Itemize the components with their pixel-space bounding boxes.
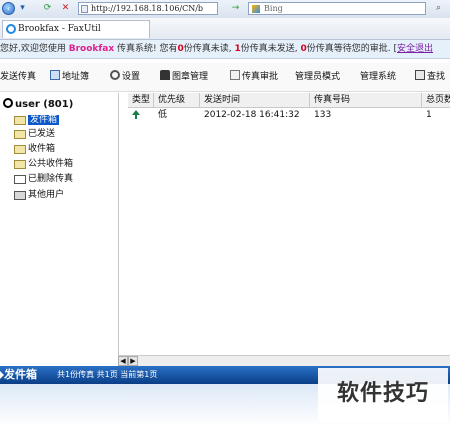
manage-system-label: 管理系统 (360, 72, 397, 82)
user-icon (3, 98, 13, 108)
outbox-title: 发件箱 (4, 368, 37, 381)
column-header-pages[interactable]: 总页数 (422, 93, 450, 107)
users-icon (14, 191, 26, 200)
fax-approve-button[interactable]: 传真审批 (230, 70, 278, 84)
folder-icon (14, 160, 26, 169)
column-header-type[interactable]: 类型 (128, 93, 154, 107)
back-icon[interactable]: ‹ (2, 2, 15, 15)
stamp-icon (160, 70, 170, 80)
tree-item-label: 公共收件箱 (28, 159, 74, 169)
column-header-fax-number[interactable]: 传真号码 (310, 93, 422, 107)
logout-link[interactable]: 安全退出 (397, 44, 433, 54)
admin-mode-label: 管理员模式 (295, 72, 341, 82)
tree-item-public-inbox[interactable]: 公共收件箱 (14, 158, 73, 171)
url-text: http://192.168.18.106/CN/b (91, 4, 204, 13)
tree-item-deleted[interactable]: 已删除传真 (14, 173, 73, 186)
tree-item-label: 已删除传真 (28, 174, 74, 184)
admin-mode-button[interactable]: 管理员模式 (295, 70, 340, 84)
trash-icon (14, 175, 26, 184)
notice-text: 您好,欢迎您使用 (0, 44, 69, 54)
notice-text: 份传真未读, (183, 44, 235, 54)
url-input[interactable]: http://192.168.18.106/CN/b (78, 2, 218, 15)
tree-item-label: 其他用户 (28, 190, 65, 200)
tree-item-other-users[interactable]: 其他用户 (14, 189, 64, 202)
bing-icon (252, 5, 260, 13)
folder-icon (14, 130, 26, 139)
outbox-stats: 共1份传真 共1页 当前第1页 (57, 370, 158, 379)
browser-tab[interactable]: Brookfax - FaxUtil (2, 20, 150, 38)
horizontal-scrollbar[interactable]: ◀ ▶ (118, 355, 450, 366)
scroll-left-icon[interactable]: ◀ (118, 356, 128, 366)
gear-icon (110, 70, 120, 80)
tree-root-user[interactable]: user (801) (3, 98, 73, 111)
type-cell (128, 108, 154, 122)
tree-item-outbox[interactable]: 发件箱 (14, 114, 60, 127)
browser-address-bar: ‹ ▾ ⟳ ✕ http://192.168.18.106/CN/b → Bin… (0, 0, 450, 19)
ie-icon (6, 24, 16, 34)
search-go-icon[interactable]: ⌕ (433, 3, 444, 14)
search-icon (415, 70, 425, 80)
column-header-time[interactable]: 发送时间 (200, 93, 310, 107)
table-row[interactable]: 低 2012-02-18 16:41:32 133 1 (128, 108, 450, 122)
stop-icon[interactable]: ✕ (60, 3, 71, 14)
table-header: 类型 优先级 发送时间 传真号码 总页数 (128, 93, 450, 108)
send-fax-button[interactable]: 发送传真 (0, 70, 36, 84)
notice-text: 传真系统! 您有 (114, 44, 178, 54)
address-book-button[interactable]: 地址簿 (50, 70, 89, 84)
pages-cell: 1 (426, 110, 432, 120)
notice-text: 份传真未发送, (240, 44, 301, 54)
tree-root-label: user (801) (15, 99, 74, 110)
seal-manage-button[interactable]: 图章管理 (160, 70, 208, 84)
manage-system-button[interactable]: 管理系统 (360, 70, 396, 84)
tree-item-sent[interactable]: 已发送 (14, 128, 55, 141)
folder-icon (14, 145, 26, 154)
watermark: 软件技巧 (318, 368, 448, 422)
brand-name: Brookfax (68, 44, 115, 54)
search-placeholder: Bing (264, 4, 283, 13)
search-input[interactable]: Bing (248, 2, 426, 15)
main-toolbar: 发送传真 地址簿 设置 图章管理 传真审批 管理员模式 管理系统 查找 (0, 63, 450, 92)
settings-button[interactable]: 设置 (110, 70, 140, 84)
refresh-icon[interactable]: ⟳ (42, 3, 53, 14)
send-fax-label: 发送传真 (0, 72, 37, 82)
seal-manage-label: 图章管理 (172, 72, 209, 82)
tree-item-inbox[interactable]: 收件箱 (14, 143, 55, 156)
search-button[interactable]: 查找 (415, 70, 445, 84)
priority-cell: 低 (158, 110, 168, 120)
welcome-notice: 您好,欢迎您使用 Brookfax 传真系统! 您有0份传真未读, 1份传真未发… (0, 40, 450, 59)
go-icon[interactable]: → (230, 3, 241, 14)
tab-title: Brookfax - FaxUtil (18, 24, 101, 34)
tree-item-label: 发件箱 (28, 115, 60, 125)
page-icon (81, 5, 88, 13)
document-icon (230, 70, 240, 80)
settings-label: 设置 (122, 72, 141, 82)
fax-approve-label: 传真审批 (242, 72, 279, 82)
dropdown-arrow-icon[interactable]: ▾ (17, 3, 28, 14)
tree-item-label: 已发送 (28, 129, 56, 139)
fax-number-cell: 133 (314, 110, 332, 120)
scroll-right-icon[interactable]: ▶ (128, 356, 138, 366)
tree-item-label: 收件箱 (28, 144, 56, 154)
up-arrow-icon (132, 110, 140, 119)
folder-tree: user (801) 发件箱 已发送 收件箱 公共收件箱 已删除传真 其他用户 (0, 93, 119, 355)
notice-text: 份传真等待您的审批. [ (306, 44, 398, 54)
search-label: 查找 (427, 72, 446, 82)
column-header-priority[interactable]: 优先级 (154, 93, 200, 107)
address-book-icon (50, 70, 60, 80)
browser-tab-bar: Brookfax - FaxUtil (0, 18, 450, 40)
time-cell: 2012-02-18 16:41:32 (204, 110, 300, 120)
address-book-label: 地址簿 (62, 72, 90, 82)
folder-icon (14, 116, 26, 125)
